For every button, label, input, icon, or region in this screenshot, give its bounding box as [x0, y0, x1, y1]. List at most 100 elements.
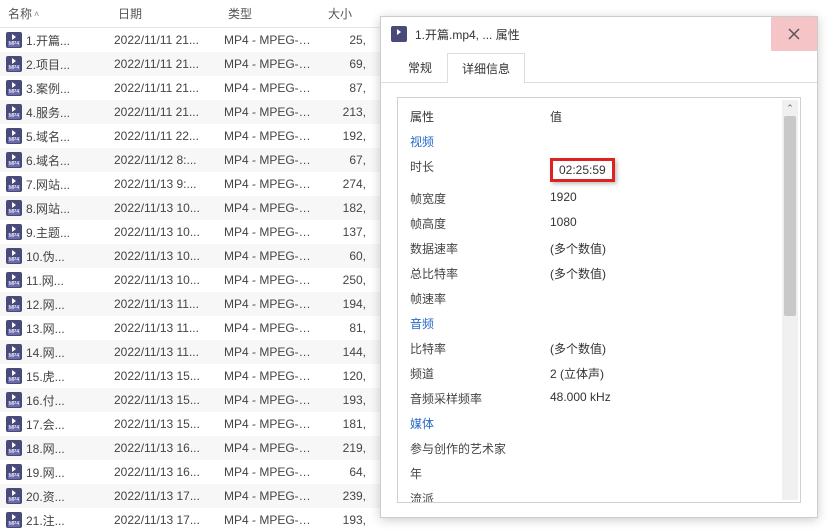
file-row[interactable]: 6.域名...2022/11/12 8:...MP4 - MPEG-4 ...6…	[0, 148, 380, 172]
property-row[interactable]: 帧宽度1920	[406, 186, 792, 211]
props-header-row: 属性 值	[406, 104, 792, 129]
list-header: 名称 ˄ 日期 类型 大小	[0, 0, 380, 28]
file-row[interactable]: 3.案例...2022/11/11 21...MP4 - MPEG-4 ...8…	[0, 76, 380, 100]
file-type: MP4 - MPEG-4 ...	[220, 417, 320, 431]
header-name[interactable]: 名称 ˄	[0, 0, 110, 27]
file-name: 10.伪...	[26, 248, 65, 265]
dialog-titlebar[interactable]: 1.开篇.mp4, ... 属性	[381, 17, 817, 51]
mp4-file-icon	[6, 464, 22, 480]
file-row[interactable]: 5.域名...2022/11/11 22...MP4 - MPEG-4 ...1…	[0, 124, 380, 148]
file-name: 14.网...	[26, 344, 65, 361]
properties-content[interactable]: 属性 值 视频时长02:25:59帧宽度1920帧高度1080数据速率(多个数值…	[397, 97, 801, 503]
property-label: 比特率	[410, 340, 550, 357]
property-value: (多个数值)	[550, 265, 788, 282]
file-row[interactable]: 11.网...2022/11/13 10...MP4 - MPEG-4 ...2…	[0, 268, 380, 292]
vertical-scrollbar[interactable]: ⌃ ⌄	[782, 100, 798, 500]
file-date: 2022/11/13 15...	[110, 417, 220, 431]
mp4-file-icon	[6, 152, 22, 168]
file-row[interactable]: 13.网...2022/11/13 11...MP4 - MPEG-4 ...8…	[0, 316, 380, 340]
file-type: MP4 - MPEG-4 ...	[220, 513, 320, 527]
mp4-file-icon	[6, 104, 22, 120]
file-size: 192,	[320, 129, 370, 143]
mp4-file-icon	[6, 128, 22, 144]
property-value: (多个数值)	[550, 340, 788, 357]
file-name: 11.网...	[26, 272, 64, 289]
file-row[interactable]: 8.网站...2022/11/13 10...MP4 - MPEG-4 ...1…	[0, 196, 380, 220]
property-row[interactable]: 比特率(多个数值)	[406, 336, 792, 361]
file-row[interactable]: 20.资...2022/11/13 17...MP4 - MPEG-4 ...2…	[0, 484, 380, 508]
file-type: MP4 - MPEG-4 ...	[220, 465, 320, 479]
property-label: 时长	[410, 158, 550, 182]
property-row[interactable]: 流派	[406, 486, 792, 503]
mp4-file-icon	[6, 272, 22, 288]
tab-details[interactable]: 详细信息	[447, 53, 525, 83]
property-row[interactable]: 参与创作的艺术家	[406, 436, 792, 461]
close-button[interactable]	[771, 17, 817, 51]
file-type: MP4 - MPEG-4 ...	[220, 81, 320, 95]
file-name: 12.网...	[26, 296, 65, 313]
file-size: 182,	[320, 201, 370, 215]
property-row[interactable]: 帧速率	[406, 286, 792, 311]
file-row[interactable]: 1.开篇...2022/11/11 21...MP4 - MPEG-4 ...2…	[0, 28, 380, 52]
file-row[interactable]: 12.网...2022/11/13 11...MP4 - MPEG-4 ...1…	[0, 292, 380, 316]
file-row[interactable]: 18.网...2022/11/13 16...MP4 - MPEG-4 ...2…	[0, 436, 380, 460]
file-date: 2022/11/13 16...	[110, 465, 220, 479]
header-type[interactable]: 类型	[220, 0, 320, 27]
tab-general[interactable]: 常规	[393, 52, 447, 82]
property-value	[550, 290, 788, 307]
property-row[interactable]: 年	[406, 461, 792, 486]
file-size: 144,	[320, 345, 370, 359]
property-label: 帧速率	[410, 290, 550, 307]
file-row[interactable]: 4.服务...2022/11/11 21...MP4 - MPEG-4 ...2…	[0, 100, 380, 124]
file-row[interactable]: 10.伪...2022/11/13 10...MP4 - MPEG-4 ...6…	[0, 244, 380, 268]
mp4-file-icon	[6, 248, 22, 264]
header-date[interactable]: 日期	[110, 0, 220, 27]
dialog-body: 属性 值 视频时长02:25:59帧宽度1920帧高度1080数据速率(多个数值…	[381, 83, 817, 517]
file-date: 2022/11/13 10...	[110, 273, 220, 287]
header-size[interactable]: 大小	[320, 0, 370, 27]
file-row[interactable]: 14.网...2022/11/13 11...MP4 - MPEG-4 ...1…	[0, 340, 380, 364]
file-row[interactable]: 7.网站...2022/11/13 9:...MP4 - MPEG-4 ...2…	[0, 172, 380, 196]
file-date: 2022/11/11 22...	[110, 129, 220, 143]
property-label: 帧高度	[410, 215, 550, 232]
property-row[interactable]: 总比特率(多个数值)	[406, 261, 792, 286]
mp4-file-icon	[6, 440, 22, 456]
file-size: 193,	[320, 513, 370, 527]
file-date: 2022/11/13 15...	[110, 369, 220, 383]
file-date: 2022/11/11 21...	[110, 33, 220, 47]
file-type: MP4 - MPEG-4 ...	[220, 201, 320, 215]
file-size: 274,	[320, 177, 370, 191]
scroll-thumb[interactable]	[784, 116, 796, 316]
property-value	[550, 490, 788, 503]
file-type: MP4 - MPEG-4 ...	[220, 297, 320, 311]
file-row[interactable]: 16.付...2022/11/13 15...MP4 - MPEG-4 ...1…	[0, 388, 380, 412]
props-header-property: 属性	[410, 108, 550, 125]
file-date: 2022/11/13 16...	[110, 441, 220, 455]
property-row[interactable]: 时长02:25:59	[406, 154, 792, 186]
file-size: 137,	[320, 225, 370, 239]
file-row[interactable]: 21.注...2022/11/13 17...MP4 - MPEG-4 ...1…	[0, 508, 380, 532]
property-row[interactable]: 频道2 (立体声)	[406, 361, 792, 386]
file-row[interactable]: 19.网...2022/11/13 16...MP4 - MPEG-4 ...6…	[0, 460, 380, 484]
file-row[interactable]: 9.主题...2022/11/13 10...MP4 - MPEG-4 ...1…	[0, 220, 380, 244]
header-name-label: 名称	[8, 5, 32, 22]
property-row[interactable]: 音频采样频率48.000 kHz	[406, 386, 792, 411]
mp4-file-icon	[6, 176, 22, 192]
mp4-file-icon	[6, 512, 22, 528]
file-name: 9.主题...	[26, 224, 70, 241]
file-row[interactable]: 15.虎...2022/11/13 15...MP4 - MPEG-4 ...1…	[0, 364, 380, 388]
file-size: 194,	[320, 297, 370, 311]
file-rows[interactable]: 1.开篇...2022/11/11 21...MP4 - MPEG-4 ...2…	[0, 28, 380, 532]
file-name: 1.开篇...	[26, 32, 70, 49]
file-date: 2022/11/11 21...	[110, 105, 220, 119]
property-value	[550, 440, 788, 457]
property-label: 总比特率	[410, 265, 550, 282]
property-value	[550, 465, 788, 482]
scroll-up-button[interactable]: ⌃	[782, 100, 798, 116]
file-row[interactable]: 2.项目...2022/11/11 21...MP4 - MPEG-4 ...6…	[0, 52, 380, 76]
file-row[interactable]: 17.会...2022/11/13 15...MP4 - MPEG-4 ...1…	[0, 412, 380, 436]
scroll-track[interactable]	[782, 116, 798, 484]
mp4-file-icon	[6, 32, 22, 48]
property-row[interactable]: 数据速率(多个数值)	[406, 236, 792, 261]
property-row[interactable]: 帧高度1080	[406, 211, 792, 236]
